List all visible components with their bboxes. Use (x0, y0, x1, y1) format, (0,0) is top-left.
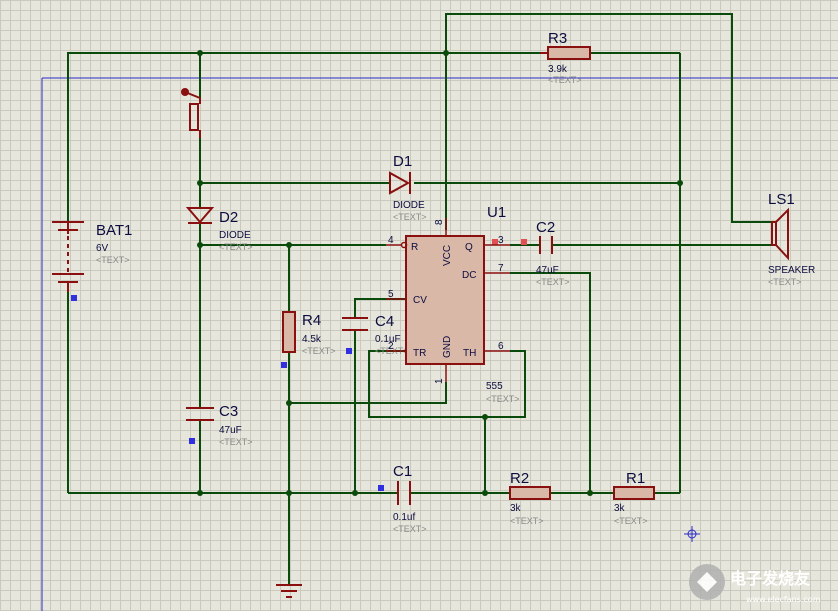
ls1-value: SPEAKER (768, 265, 815, 276)
u1-value: 555 (486, 381, 503, 392)
r4-ref: R4 (302, 312, 321, 329)
resistor-r1[interactable] (613, 486, 655, 500)
u1-pin-num-7: 7 (498, 263, 504, 274)
c1-ref: C1 (393, 463, 412, 480)
diode-d1[interactable] (389, 171, 411, 195)
u1-ref: U1 (487, 204, 506, 221)
r1-value: 3k (614, 503, 626, 514)
r4-text: <TEXT> (302, 346, 336, 356)
watermark-text: 电子发烧友 (730, 569, 811, 588)
schematic-canvas[interactable]: BAT1 6V <TEXT> D1 DIODE <TEXT> D2 DIODE … (0, 0, 838, 611)
origin-marker (684, 526, 700, 542)
c3-text: <TEXT> (219, 437, 253, 447)
d1-ref: D1 (393, 153, 412, 170)
ls1-text: <TEXT> (768, 277, 802, 287)
bat1-ref: BAT1 (96, 222, 132, 239)
battery-bat1[interactable] (52, 221, 84, 301)
u1-pin-num-1: 1 (434, 378, 445, 384)
u1-pin-num-4: 4 (388, 235, 394, 246)
watermark-url: www.elecfans.com (746, 595, 821, 604)
r3-ref: R3 (548, 30, 567, 47)
d2-ref: D2 (219, 209, 238, 226)
u1-pin-gnd: GND (442, 336, 453, 358)
speaker-ls1[interactable] (771, 207, 789, 261)
r2-value: 3k (510, 503, 522, 514)
push-switch[interactable] (181, 88, 201, 138)
c3-ref: C3 (219, 403, 238, 420)
c2-value: 47uF (536, 265, 559, 276)
diode-d2[interactable] (185, 207, 215, 224)
u1-pin-num-8: 8 (434, 219, 445, 225)
u1-pin-r: R (411, 242, 418, 253)
c1-text: <TEXT> (393, 524, 427, 534)
resistor-r2[interactable] (509, 486, 551, 500)
d2-text: <TEXT> (219, 242, 253, 252)
u1-pin-num-2: 2 (388, 341, 394, 352)
r3-value: 3.9k (548, 64, 568, 75)
u1-pin-dc: DC (462, 270, 476, 281)
u1-pin-th: TH (463, 348, 476, 359)
bat1-value: 6V (96, 243, 109, 254)
u1-pin-vcc: VCC (442, 245, 453, 266)
r2-ref: R2 (510, 470, 529, 487)
watermark-logo (689, 564, 725, 600)
u1-pin-num-3: 3 (498, 235, 504, 246)
u1-pin-tr: TR (413, 348, 426, 359)
u1-pin-q: Q (465, 242, 473, 253)
u1-pin-cv: CV (413, 295, 427, 306)
r4-value: 4.5k (302, 334, 322, 345)
d1-text: <TEXT> (393, 212, 427, 222)
u1-pin-num-5: 5 (388, 289, 394, 300)
r2-text: <TEXT> (510, 516, 544, 526)
c1-value: 0.1uf (393, 512, 415, 523)
u1-text: <TEXT> (486, 394, 520, 404)
c2-ref: C2 (536, 219, 555, 236)
r3-text: <TEXT> (548, 75, 582, 85)
r1-text: <TEXT> (614, 516, 648, 526)
c2-text: <TEXT> (536, 277, 570, 287)
ground-symbol (276, 584, 302, 598)
u1-pin-num-6: 6 (498, 341, 504, 352)
schematic-svg[interactable]: BAT1 6V <TEXT> D1 DIODE <TEXT> D2 DIODE … (0, 0, 838, 611)
ls1-ref: LS1 (768, 191, 795, 208)
d1-value: DIODE (393, 200, 425, 211)
r1-ref: R1 (626, 470, 645, 487)
c3-value: 47uF (219, 425, 242, 436)
bat1-text: <TEXT> (96, 255, 130, 265)
c4-ref: C4 (375, 313, 394, 330)
resistor-r3[interactable] (540, 46, 591, 60)
d2-value: DIODE (219, 230, 251, 241)
